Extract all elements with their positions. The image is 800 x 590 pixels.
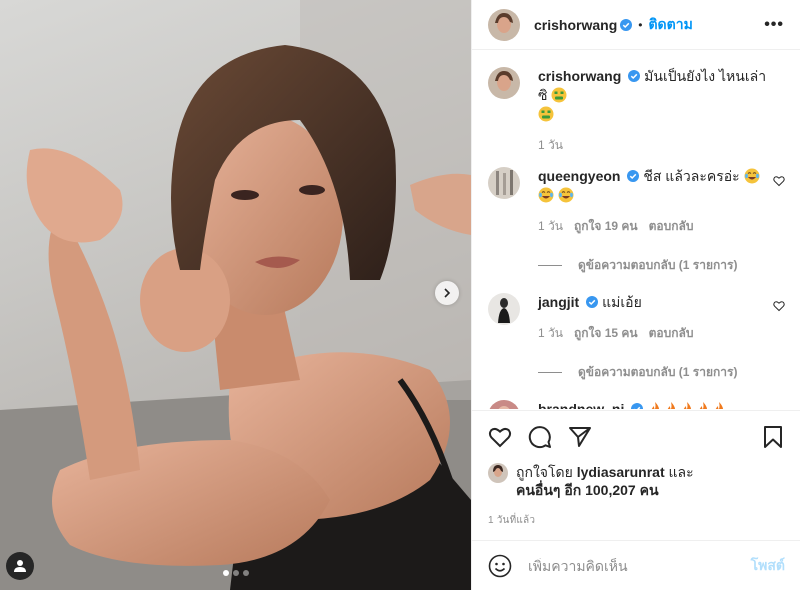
carousel-next-button[interactable] <box>435 281 459 305</box>
liker-avatar[interactable] <box>488 463 508 483</box>
comment: brandnew_nj <box>488 382 785 409</box>
tears-of-joy-icon <box>538 187 554 203</box>
fire-icon <box>716 402 724 409</box>
caption-username[interactable]: crishorwang <box>538 68 621 84</box>
more-options-button[interactable]: ••• <box>764 16 784 34</box>
carousel-dot <box>242 570 249 576</box>
caption-author-avatar[interactable] <box>488 67 520 99</box>
reply-button[interactable]: ตอบกลับ <box>649 217 694 236</box>
comment-input[interactable] <box>528 557 743 574</box>
like-comment-heart-icon[interactable] <box>773 300 785 312</box>
likes-text: ถูกใจโดย lydiasarunrat และ คนอื่นๆ อีก 1… <box>516 463 694 499</box>
commenter-username[interactable]: brandnew_nj <box>538 401 624 409</box>
likes-summary: ถูกใจโดย lydiasarunrat และ คนอื่นๆ อีก 1… <box>472 463 800 499</box>
post-comment-button[interactable]: โพสต์ <box>751 555 785 577</box>
commenter-username[interactable]: queengyeon <box>538 168 620 184</box>
view-replies-label: ดูข้อความตอบกลับ (1 รายการ) <box>578 365 738 379</box>
header-separator: • <box>638 17 643 32</box>
comment-likes[interactable]: ถูกใจ 15 คน <box>574 324 638 343</box>
post-header: crishorwang • ติดตาม ••• <box>472 0 800 50</box>
verified-badge-icon <box>620 18 633 31</box>
comment-body: queengyeon ชีส แล้วละครอ่ะ 1 วัน ถูกใจ 1… <box>538 167 785 236</box>
verified-badge-icon <box>628 70 641 82</box>
comment-text: ชีส แล้วละครอ่ะ <box>643 168 740 184</box>
liked-by-prefix: ถูกใจโดย <box>516 464 573 480</box>
follow-button[interactable]: ติดตาม <box>648 14 692 36</box>
user-icon <box>14 560 26 572</box>
comment-likes[interactable]: ถูกใจ 19 คน <box>574 217 638 236</box>
comment-bubble-icon[interactable] <box>528 425 552 449</box>
post-actions: ถูกใจโดย lydiasarunrat และ คนอื่นๆ อีก 1… <box>472 410 800 528</box>
caption-time[interactable]: 1 วัน <box>538 136 563 155</box>
verified-badge-icon <box>631 403 644 409</box>
likes-count[interactable]: คนอื่นๆ อีก 100,207 คน <box>516 482 659 498</box>
verified-badge-icon <box>627 170 640 182</box>
comment-meta: 1 วัน ถูกใจ 15 คน ตอบกลับ <box>538 324 767 343</box>
replies-divider <box>538 265 562 266</box>
like-heart-icon[interactable] <box>488 425 512 449</box>
carousel-dot-active <box>222 570 229 576</box>
action-icons <box>472 411 800 463</box>
fire-icon <box>652 402 660 409</box>
commenter-avatar[interactable] <box>488 400 520 409</box>
comment-time[interactable]: 1 วัน <box>538 324 563 343</box>
comment-body: brandnew_nj <box>538 400 785 409</box>
comment-time[interactable]: 1 วัน <box>538 217 563 236</box>
caption: crishorwang มันเป็นยังไง ไหนเล่าซิ 1 วัน <box>488 55 785 155</box>
fire-icon <box>700 402 708 409</box>
commenter-avatar[interactable] <box>488 167 520 199</box>
emoji-smile-icon[interactable] <box>488 554 512 578</box>
tears-of-joy-icon <box>744 168 760 184</box>
author-avatar[interactable] <box>488 8 520 41</box>
comment: queengyeon ชีส แล้วละครอ่ะ 1 วัน ถูกใจ 1… <box>488 155 785 236</box>
liked-by-and: และ <box>668 464 694 480</box>
view-replies-button[interactable]: ดูข้อความตอบกลับ (1 รายการ) <box>538 363 785 382</box>
caption-meta: 1 วัน <box>538 136 767 155</box>
post-photo <box>0 0 471 590</box>
tagged-users-button[interactable] <box>6 552 34 580</box>
view-replies-button[interactable]: ดูข้อความตอบกลับ (1 รายการ) <box>538 256 785 275</box>
view-replies-label: ดูข้อความตอบกลับ (1 รายการ) <box>578 258 738 272</box>
post-panel: crishorwang • ติดตาม ••• crishorwang มัน… <box>471 0 800 590</box>
carousel-indicators <box>0 570 471 576</box>
commenter-avatar[interactable] <box>488 293 520 325</box>
fire-icon <box>684 402 692 409</box>
post-media <box>0 0 471 590</box>
tears-of-joy-icon <box>558 187 574 203</box>
like-comment-heart-icon[interactable] <box>773 175 785 187</box>
chevron-right-icon <box>444 288 451 298</box>
commenter-username[interactable]: jangjit <box>538 294 579 310</box>
liker-username[interactable]: lydiasarunrat <box>577 464 665 480</box>
comment-body: jangjit แม่เอ้ย 1 วัน ถูกใจ 15 คน ตอบกลั… <box>538 293 785 343</box>
caption-body: crishorwang มันเป็นยังไง ไหนเล่าซิ 1 วัน <box>538 67 785 155</box>
post-timestamp[interactable]: 1 วันที่แล้ว <box>472 499 800 528</box>
reply-button[interactable]: ตอบกลับ <box>649 324 694 343</box>
comment: jangjit แม่เอ้ย 1 วัน ถูกใจ 15 คน ตอบกลั… <box>488 275 785 343</box>
replies-divider <box>538 372 562 373</box>
comments-list: crishorwang มันเป็นยังไง ไหนเล่าซิ 1 วัน… <box>472 55 800 409</box>
verified-badge-icon <box>586 296 599 308</box>
instagram-post: crishorwang • ติดตาม ••• crishorwang มัน… <box>0 0 800 590</box>
fire-icon <box>668 402 676 409</box>
share-paper-plane-icon[interactable] <box>568 425 592 449</box>
author-username[interactable]: crishorwang <box>534 17 617 33</box>
carousel-dot <box>232 570 239 576</box>
comment-text: แม่เอ้ย <box>602 294 642 310</box>
money-mouth-face-icon <box>551 87 567 103</box>
comment-meta: 1 วัน ถูกใจ 19 คน ตอบกลับ <box>538 217 767 236</box>
add-comment-bar: โพสต์ <box>472 540 800 590</box>
save-bookmark-icon[interactable] <box>761 425 785 449</box>
money-mouth-face-icon <box>538 106 554 122</box>
